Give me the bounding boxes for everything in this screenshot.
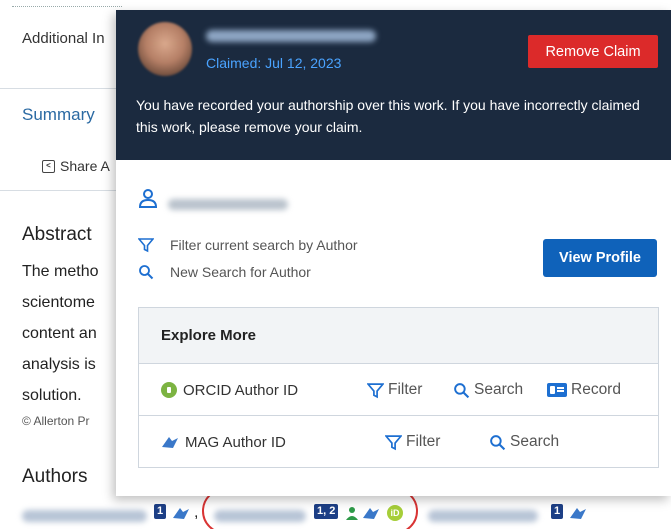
mag-search-link[interactable]: Search [489,416,559,468]
search-icon [490,434,506,450]
affiliation-badge[interactable]: 1 [154,504,167,519]
divider [12,6,122,7]
abstract-heading: Abstract [22,224,92,245]
orcid-search-link[interactable]: Search [453,364,523,416]
mag-icon[interactable] [569,506,587,520]
tab-additional-info[interactable]: Additional In [22,30,105,47]
user-icon [138,189,158,208]
share-button[interactable]: < Share A [42,158,110,174]
search-label: Search [474,381,524,398]
claimer-name-redacted [206,30,376,42]
remove-claim-button[interactable]: Remove Claim [528,35,658,68]
authors-heading: Authors [22,466,88,487]
record-label: Record [571,381,621,398]
copyright-text: © Allerton Pr [22,414,90,428]
share-icon: < [42,159,55,173]
author-name-redacted[interactable] [22,510,147,522]
abstract-line: content an [22,325,97,342]
avatar [138,22,192,76]
explore-more-panel: Explore More ORCID Author ID Filter Sear… [138,307,659,468]
tab-summary[interactable]: Summary [22,105,95,125]
divider [0,88,120,89]
filter-label: Filter [388,381,423,398]
mag-icon[interactable] [172,506,190,520]
mag-icon [162,437,178,448]
filter-by-author-link[interactable]: Filter current search by Author [138,237,358,253]
view-profile-button[interactable]: View Profile [543,239,657,277]
search-label: Search [510,433,560,450]
search-icon [139,265,154,280]
share-label: Share A [60,158,110,174]
abstract-line: analysis is [22,356,96,373]
divider [0,190,120,191]
explore-more-heading: Explore More [139,308,658,364]
new-search-author-label: New Search for Author [170,264,311,280]
abstract-line: solution. [22,387,82,404]
abstract-line: The metho [22,263,99,280]
author-claim-popover: Claimed: Jul 12, 2023 Remove Claim You h… [116,10,671,496]
record-icon [547,383,567,397]
mag-row: MAG Author ID Filter Search [139,416,658,468]
orcid-icon [161,382,177,398]
author-separator: , [194,504,199,521]
claimed-date: Claimed: Jul 12, 2023 [206,55,342,71]
filter-icon [138,238,154,253]
affiliation-badge[interactable]: 1 [551,504,564,519]
new-search-author-link[interactable]: New Search for Author [138,264,311,280]
mag-author-id-label: MAG Author ID [185,433,286,451]
author-name-redacted[interactable] [428,510,538,522]
claim-message: You have recorded your authorship over t… [136,97,640,135]
claim-header: Claimed: Jul 12, 2023 Remove Claim You h… [116,10,671,160]
filter-icon [385,434,402,450]
author-name-redacted [168,199,288,210]
filter-label: Filter [406,433,441,450]
orcid-filter-link[interactable]: Filter [367,364,422,416]
search-icon [454,382,470,398]
mag-filter-link[interactable]: Filter [385,416,440,468]
orcid-author-id-label: ORCID Author ID [183,381,299,399]
abstract-line: scientome [22,294,95,311]
orcid-record-link[interactable]: Record [547,364,621,416]
filter-icon [367,382,384,398]
filter-by-author-label: Filter current search by Author [170,237,358,253]
orcid-row: ORCID Author ID Filter Search Record [139,364,658,416]
